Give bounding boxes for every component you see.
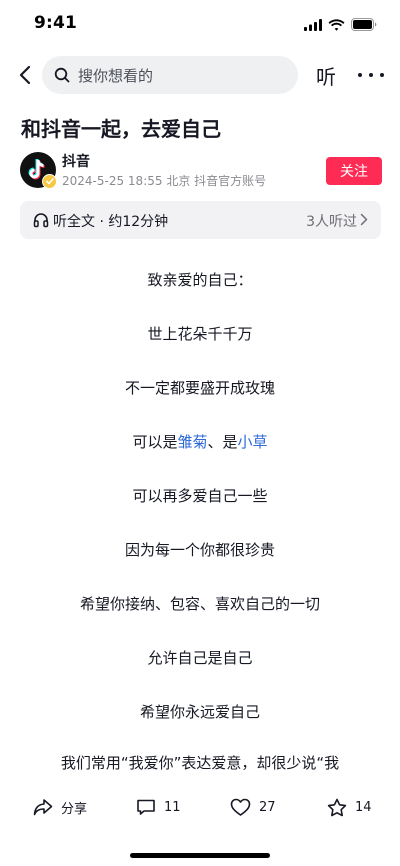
listen-button[interactable]: 听 [316, 61, 336, 90]
back-button[interactable] [12, 60, 38, 90]
paragraph: 希望你接纳、包容、喜欢自己的一切 [79, 595, 320, 613]
battery-icon [351, 16, 378, 35]
comment-icon [137, 799, 155, 815]
headphone-icon [33, 212, 49, 228]
wifi-icon [328, 16, 345, 35]
comment-count: 11 [164, 799, 181, 815]
favorite-count: 14 [355, 799, 372, 815]
paragraph-text: 、是 [207, 433, 238, 451]
paragraph: 世上花朵千千万 [147, 325, 253, 343]
paragraph: 致亲爱的自己： [147, 271, 253, 289]
author-meta: 2024-5-25 18:55 北京 抖音官方账号 [62, 174, 267, 188]
search-input[interactable]: 搜你想看的 [42, 56, 298, 94]
more-icon[interactable] [358, 62, 384, 88]
verified-icon [42, 174, 57, 189]
top-nav: 搜你想看的 听 [0, 54, 400, 96]
listen-full-bar[interactable]: 听全文 · 约12分钟 3人听过 [20, 201, 381, 239]
paragraph: 允许自己是自己 [147, 649, 253, 667]
paragraph-text: 可以是 [132, 433, 178, 451]
signal-icon [304, 16, 322, 35]
heart-icon [230, 798, 251, 816]
paragraph: 可以再多爱自己一些 [132, 487, 268, 505]
share-button[interactable]: 分享 [33, 790, 87, 824]
avatar[interactable] [20, 152, 57, 189]
search-placeholder: 搜你想看的 [78, 66, 154, 85]
listen-full-label: 听全文 · 约12分钟 [53, 214, 169, 230]
comment-button[interactable]: 11 [136, 790, 181, 824]
favorite-button[interactable]: 14 [327, 790, 372, 824]
paragraph: 不一定都要盛开成玫瑰 [124, 379, 275, 397]
keyword-link-grass[interactable]: 小草 [238, 433, 268, 451]
like-button[interactable]: 27 [230, 790, 276, 824]
author-row: 抖音 2024-5-25 18:55 北京 抖音官方账号 关注 [20, 151, 382, 193]
listen-count: 3人听过 [306, 214, 357, 230]
back-arrow-icon [19, 65, 31, 85]
share-label: 分享 [61, 801, 88, 817]
paragraph: 希望你永远爱自己 [139, 703, 260, 721]
article-title: 和抖音一起，去爱自己 [21, 117, 221, 141]
author-name[interactable]: 抖音 [62, 151, 90, 171]
status-bar: 9:41 [0, 0, 400, 48]
share-icon [33, 799, 53, 816]
search-icon [54, 67, 70, 83]
keyword-link-daisy[interactable]: 雏菊 [177, 433, 207, 451]
star-icon [327, 798, 347, 816]
bottom-action-bar: 分享 11 27 14 [0, 790, 400, 824]
home-indicator [130, 853, 270, 858]
paragraph: 因为每一个你都很珍贵 [124, 541, 275, 559]
paragraph: 可以是雏菊、是小草 [0, 431, 400, 452]
status-time: 9:41 [34, 13, 78, 33]
status-icons [304, 16, 378, 35]
chevron-right-icon [360, 213, 370, 227]
paragraph: 我们常用“我爱你”表达爱意，却很少说“我 [60, 754, 340, 772]
like-count: 27 [259, 799, 276, 815]
follow-button[interactable]: 关注 [326, 157, 382, 185]
